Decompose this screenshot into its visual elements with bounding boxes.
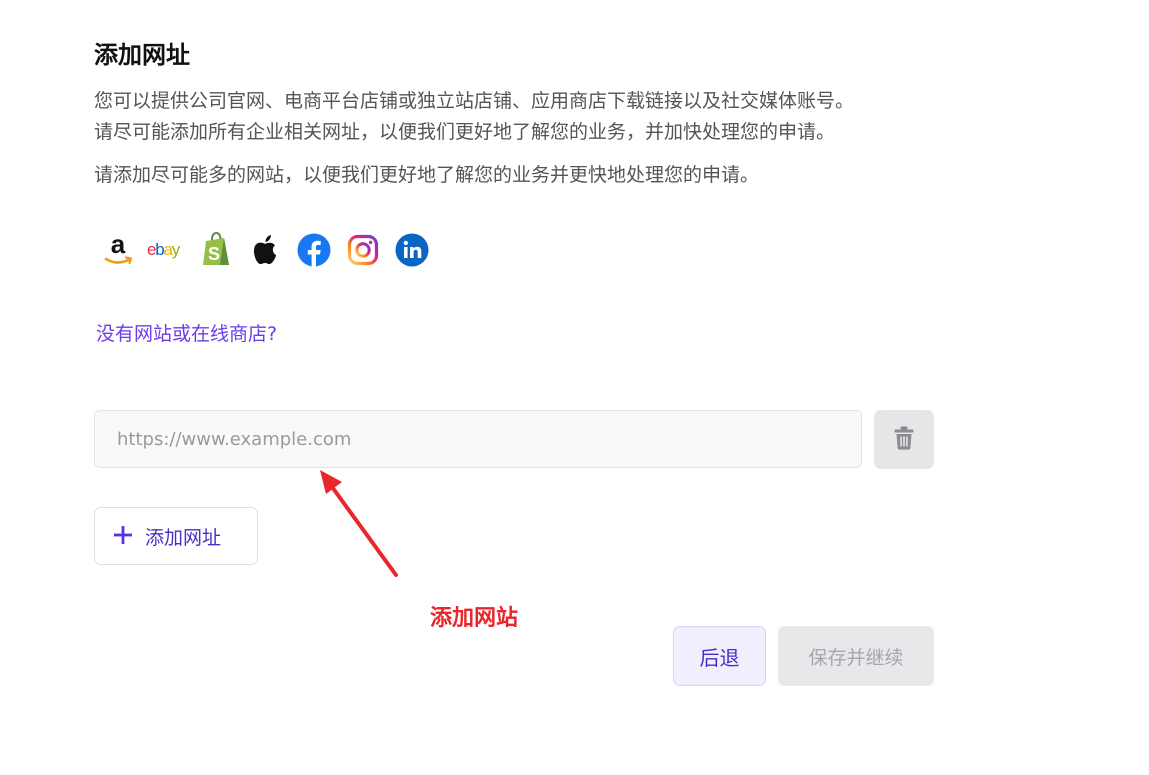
apple-icon <box>245 230 285 270</box>
svg-text:S: S <box>208 244 220 264</box>
url-input[interactable] <box>94 410 862 468</box>
trash-icon <box>894 426 914 453</box>
save-and-continue-button[interactable]: 保存并继续 <box>778 626 934 686</box>
svg-text:a: a <box>111 232 126 259</box>
plus-icon <box>113 521 133 551</box>
linkedin-icon <box>392 230 432 270</box>
add-url-label: 添加网址 <box>145 527 222 549</box>
amazon-icon: a <box>98 230 138 270</box>
annotation-arrow <box>320 470 398 577</box>
ebay-icon: ebay <box>147 230 187 270</box>
description-line-2: 请尽可能添加所有企业相关网址，以便我们更好地了解您的业务，并加快处理您的申请。 <box>94 121 836 143</box>
instagram-icon <box>343 230 383 270</box>
facebook-icon <box>294 230 334 270</box>
no-website-link[interactable]: 没有网站或在线商店? <box>96 319 277 349</box>
delete-url-button[interactable] <box>874 410 934 469</box>
page-description: 您可以提供公司官网、电商平台店铺或独立站店铺、应用商店下载链接以及社交媒体账号。… <box>94 86 994 148</box>
page-hint: 请添加尽可能多的网站，以便我们更好地了解您的业务并更快地处理您的申请。 <box>94 164 760 186</box>
add-url-button[interactable]: 添加网址 <box>94 507 258 565</box>
annotation-label: 添加网站 <box>430 606 519 631</box>
brand-icons-row: a ebay S <box>98 230 432 270</box>
shopify-icon: S <box>196 230 236 270</box>
description-line-1: 您可以提供公司官网、电商平台店铺或独立站店铺、应用商店下载链接以及社交媒体账号。 <box>94 90 855 112</box>
page-title: 添加网址 <box>94 41 190 69</box>
svg-text:ebay: ebay <box>147 240 181 259</box>
back-button[interactable]: 后退 <box>673 626 766 686</box>
